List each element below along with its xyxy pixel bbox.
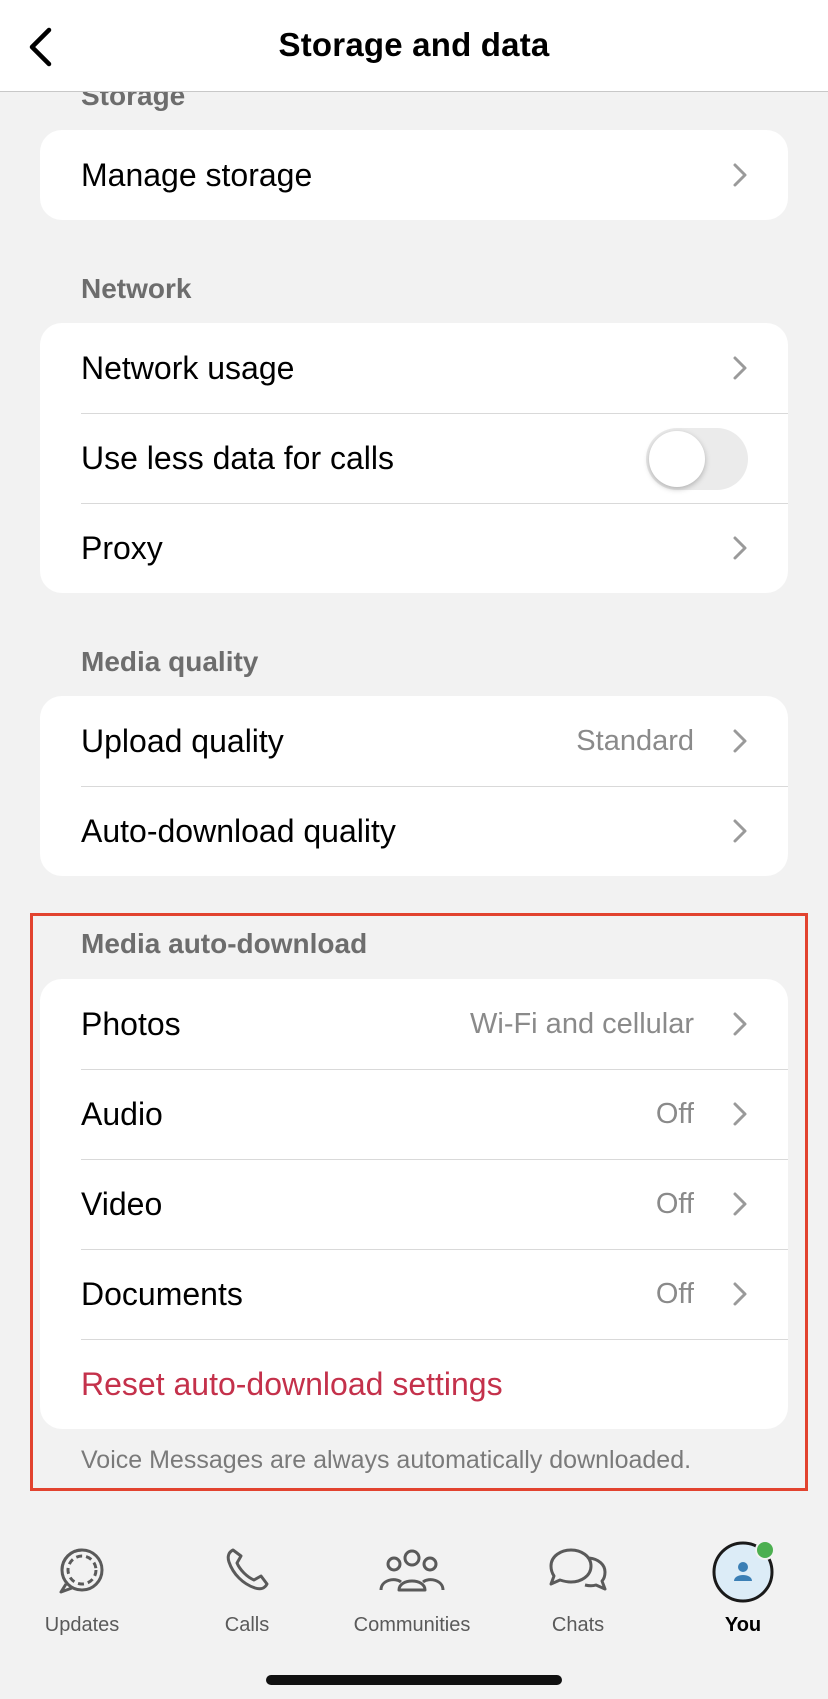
chevron-right-icon — [733, 163, 747, 187]
reset-auto-download-button[interactable]: Reset auto-download settings — [40, 1339, 788, 1429]
row-label: Upload quality — [81, 722, 284, 759]
network-card: Network usage Use less data for calls Pr… — [40, 323, 788, 593]
row-audio[interactable]: Audio Off — [40, 1069, 788, 1159]
row-video[interactable]: Video Off — [40, 1159, 788, 1249]
chevron-right-icon — [733, 1012, 747, 1036]
row-value: Off — [655, 1097, 694, 1130]
tab-calls[interactable]: Calls — [172, 1540, 322, 1640]
storage-card: Manage storage — [40, 130, 788, 220]
chevron-right-icon — [733, 356, 747, 380]
tab-chats[interactable]: Chats — [503, 1540, 653, 1640]
home-indicator — [266, 1675, 562, 1685]
row-manage-storage[interactable]: Manage storage — [40, 130, 788, 220]
row-label: Photos — [81, 1005, 181, 1042]
row-label: Network usage — [81, 349, 295, 386]
nav-header: Storage and data — [0, 0, 828, 92]
chevron-right-icon — [733, 819, 747, 843]
section-title-network: Network — [81, 273, 192, 304]
communities-icon — [379, 1549, 445, 1592]
media-auto-download-card: Photos Wi-Fi and cellular Audio Off Vide… — [40, 979, 788, 1429]
row-photos[interactable]: Photos Wi-Fi and cellular — [40, 979, 788, 1069]
tab-label: Chats — [551, 1614, 605, 1636]
row-network-usage[interactable]: Network usage — [40, 323, 788, 413]
tab-updates[interactable]: Updates — [7, 1540, 157, 1640]
row-label: Documents — [81, 1275, 243, 1312]
chevron-right-icon — [733, 1192, 747, 1216]
row-use-less-data: Use less data for calls — [40, 413, 788, 503]
tab-label: Updates — [44, 1614, 120, 1636]
chevron-right-icon — [733, 729, 747, 753]
row-label: Video — [81, 1185, 163, 1222]
tab-communities[interactable]: Communities — [337, 1540, 487, 1640]
row-value: Standard — [576, 724, 694, 757]
row-upload-quality[interactable]: Upload quality Standard — [40, 696, 788, 786]
chats-icon — [549, 1548, 607, 1591]
avatar-icon — [712, 1540, 775, 1603]
settings-content: Storage Manage storage Network Network u… — [0, 0, 828, 1500]
section-title-media-auto-download: Media auto-download — [81, 928, 368, 959]
tab-label: You — [724, 1614, 762, 1636]
row-label: Audio — [81, 1095, 163, 1132]
row-auto-download-quality[interactable]: Auto-download quality — [40, 786, 788, 876]
tab-bar: Updates Calls Communities Chats You — [0, 1500, 828, 1699]
chevron-right-icon — [733, 1102, 747, 1126]
auto-download-footnote: Voice Messages are always automatically … — [81, 1446, 692, 1474]
row-value: Off — [655, 1277, 694, 1310]
row-label: Manage storage — [81, 156, 313, 193]
chevron-right-icon — [733, 536, 747, 560]
updates-icon — [59, 1548, 104, 1594]
section-title-media-quality: Media quality — [81, 646, 259, 677]
toggle-knob — [649, 431, 705, 487]
phone-icon — [226, 1548, 269, 1591]
media-quality-card: Upload quality Standard Auto-download qu… — [40, 696, 788, 876]
tab-label: Communities — [353, 1614, 471, 1636]
page-title: Storage and data — [278, 26, 550, 63]
row-proxy[interactable]: Proxy — [40, 503, 788, 593]
use-less-data-toggle[interactable] — [646, 428, 748, 490]
chevron-right-icon — [733, 1282, 747, 1306]
reset-label: Reset auto-download settings — [81, 1365, 503, 1402]
row-documents[interactable]: Documents Off — [40, 1249, 788, 1339]
row-label: Auto-download quality — [81, 812, 396, 849]
tab-label: Calls — [224, 1614, 270, 1636]
row-value: Wi-Fi and cellular — [470, 1007, 694, 1040]
row-label: Proxy — [81, 529, 163, 566]
tab-you[interactable]: You — [668, 1540, 818, 1640]
row-value: Off — [655, 1187, 694, 1220]
row-label: Use less data for calls — [81, 439, 395, 476]
